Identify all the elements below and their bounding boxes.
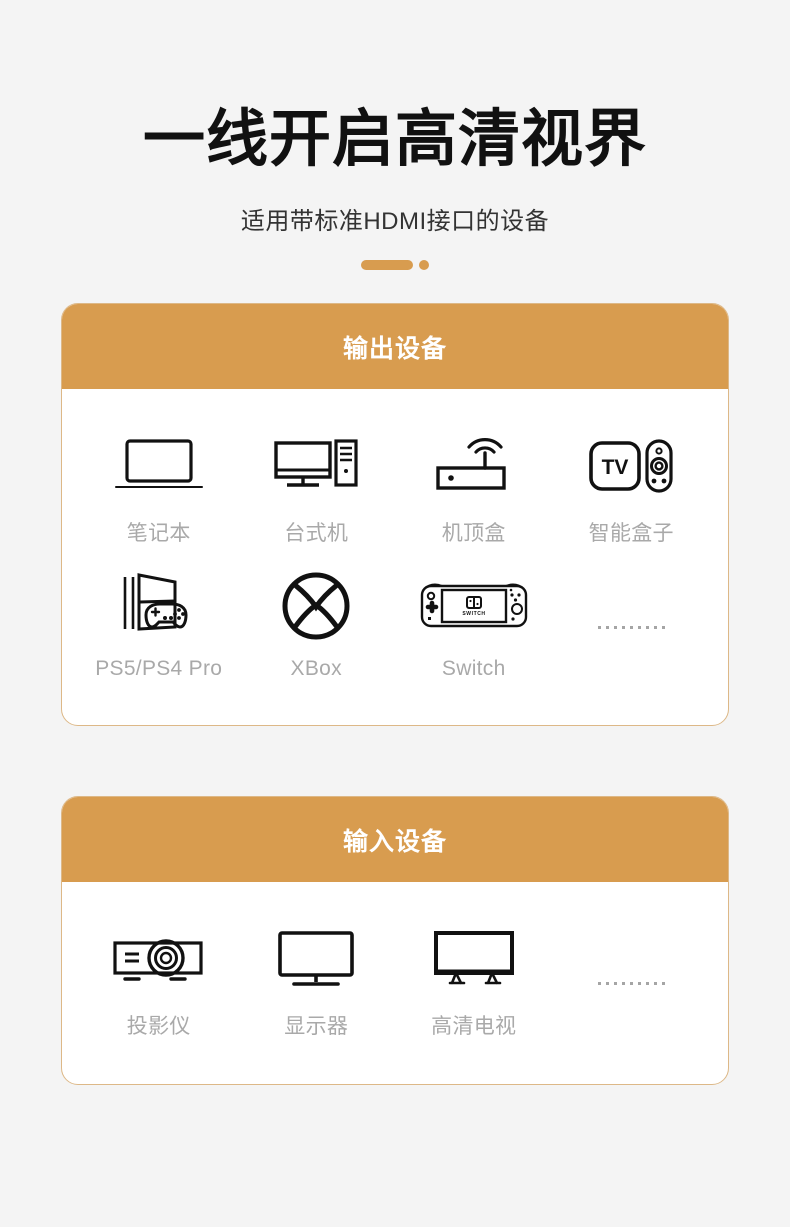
laptop-icon [113, 429, 205, 503]
device-item-hdtv[interactable]: 高清电视 [395, 910, 553, 1050]
device-label: XBox [290, 657, 342, 681]
output-devices-header: 输出设备 [62, 304, 728, 390]
device-item-smart-box[interactable]: TV 智能盒子 [553, 417, 711, 557]
device-item-desktop[interactable]: 台式机 [238, 417, 396, 557]
device-label: 机顶盒 [441, 522, 506, 546]
device-item-laptop[interactable]: 笔记本 [80, 417, 238, 557]
output-devices-card: 输出设备 笔记本 台式机 机顶盒 TV 智能盒子 PS5/PS4 Pro XBo… [61, 303, 729, 727]
device-item-xbox[interactable]: XBox [238, 557, 396, 691]
desktop-tower-icon [270, 429, 362, 503]
device-label: 笔记本 [126, 522, 191, 546]
device-label: 显示器 [284, 1015, 349, 1039]
nintendo-switch-icon: SWITCH [414, 569, 534, 643]
tv-box-remote-icon: TV [585, 429, 677, 503]
device-item-more-input [553, 910, 711, 1050]
divider-dot [419, 260, 429, 271]
divider-bar [361, 260, 413, 271]
set-top-box-icon [428, 429, 520, 503]
hero-section: 一线开启高清视界 适用带标准HDMI接口的设备 [0, 0, 790, 271]
hero-divider [0, 260, 790, 271]
device-item-set-top-box[interactable]: 机顶盒 [395, 417, 553, 557]
svg-text:SWITCH: SWITCH [462, 611, 485, 617]
product-detail-page: 一线开启高清视界 适用带标准HDMI接口的设备 输出设备 笔记本 台式机 机顶盒… [0, 0, 790, 1227]
ellipsis-dots-icon [597, 625, 665, 629]
playstation-console-icon [113, 569, 205, 643]
page-subtitle: 适用带标准HDMI接口的设备 [240, 208, 550, 236]
projector-icon [109, 922, 209, 996]
device-label: 高清电视 [431, 1015, 517, 1039]
input-devices-header: 输入设备 [62, 797, 728, 883]
device-item-more-output [553, 557, 711, 691]
input-devices-card: 输入设备 投影仪 显示器 高清电视 [61, 796, 729, 1086]
device-label: 台式机 [284, 522, 349, 546]
device-item-switch[interactable]: SWITCH Switch [395, 557, 553, 691]
monitor-icon [270, 922, 362, 996]
page-title: 一线开启高清视界 [142, 105, 647, 174]
svg-text:TV: TV [602, 456, 629, 479]
input-devices-grid: 投影仪 显示器 高清电视 [80, 910, 710, 1050]
device-label: PS5/PS4 Pro [95, 657, 223, 681]
xbox-logo-icon [281, 569, 351, 643]
device-item-playstation[interactable]: PS5/PS4 Pro [80, 557, 238, 691]
device-label: 智能盒子 [588, 522, 674, 546]
device-item-monitor[interactable]: 显示器 [238, 910, 396, 1050]
input-devices-body: 投影仪 显示器 高清电视 [62, 882, 728, 1084]
ellipsis-dots-icon [597, 981, 665, 985]
device-label: 投影仪 [126, 1015, 191, 1039]
device-label: Switch [441, 657, 506, 681]
output-devices-grid: 笔记本 台式机 机顶盒 TV 智能盒子 PS5/PS4 Pro XBox SWI… [80, 417, 710, 691]
output-devices-body: 笔记本 台式机 机顶盒 TV 智能盒子 PS5/PS4 Pro XBox SWI… [62, 389, 728, 725]
device-item-projector[interactable]: 投影仪 [80, 910, 238, 1050]
hdtv-icon [428, 922, 520, 996]
